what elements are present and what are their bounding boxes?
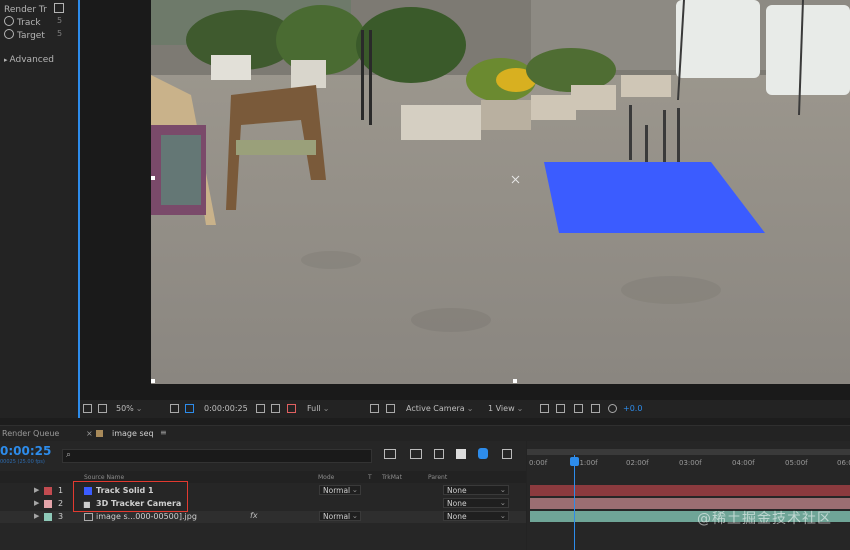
- layer-number: 3: [58, 512, 64, 521]
- render-track-label: Render Tr: [4, 5, 47, 15]
- layer-number: 2: [58, 499, 64, 508]
- track-value[interactable]: 5: [57, 16, 62, 25]
- parent-dropdown[interactable]: None: [443, 485, 509, 495]
- exposure-icon[interactable]: [608, 404, 617, 413]
- resolution-dropdown[interactable]: Full: [307, 404, 329, 413]
- search-input[interactable]: ⌕: [62, 449, 372, 463]
- render-track-checkbox[interactable]: [53, 3, 64, 13]
- ruler-label: 04:00f: [732, 459, 755, 467]
- work-area-bar[interactable]: [527, 449, 850, 455]
- current-time[interactable]: 0:00:25: [0, 444, 51, 458]
- search-icon: ⌕: [66, 450, 72, 460]
- timeline-icon[interactable]: [574, 404, 583, 413]
- playhead-handle[interactable]: [570, 457, 579, 466]
- exposure-value[interactable]: +0.0: [623, 404, 642, 413]
- roi-icon[interactable]: [370, 404, 379, 413]
- composition-icon: [96, 430, 103, 437]
- watermark: @稀土掘金技术社区: [697, 511, 832, 527]
- playhead-line[interactable]: [574, 455, 575, 550]
- toggle-pixel-icon[interactable]: [540, 404, 549, 413]
- fps-readout: 00025 (25.00 fps): [0, 459, 45, 465]
- layer-name[interactable]: image s...000-00500].jpg: [96, 512, 197, 521]
- comp-tab[interactable]: image seq: [112, 429, 154, 438]
- layer-number: 1: [58, 486, 64, 495]
- expand-arrow-icon[interactable]: ▶: [34, 512, 39, 520]
- stopwatch-icon[interactable]: [4, 29, 14, 39]
- mode-dropdown[interactable]: Normal: [319, 485, 361, 495]
- ruler-label: 05:00f: [785, 459, 808, 467]
- target-label: Target: [17, 31, 45, 41]
- motion-blur-icon[interactable]: [478, 448, 488, 459]
- advanced-row[interactable]: ▸ Advanced: [4, 55, 54, 65]
- annotation-highlight-box: [73, 481, 188, 512]
- layer-handle[interactable]: [151, 176, 155, 180]
- target-row[interactable]: Target: [4, 29, 45, 41]
- mode-dropdown[interactable]: Normal: [319, 511, 361, 521]
- ruler-label: 02:00f: [626, 459, 649, 467]
- ruler-label: 0:00f: [529, 459, 548, 467]
- render-track-row[interactable]: Render Tr: [4, 3, 64, 15]
- ruler-label: 06:0: [837, 459, 850, 467]
- parent-header: Parent: [428, 474, 448, 481]
- render-queue-tab[interactable]: Render Queue: [2, 429, 59, 438]
- comp-mini-flowchart-icon[interactable]: [384, 449, 396, 459]
- graph-editor-icon[interactable]: [502, 449, 512, 459]
- track-row[interactable]: Track: [4, 16, 41, 28]
- advanced-label: Advanced: [9, 55, 54, 65]
- expand-arrow-icon[interactable]: ▶: [34, 486, 39, 494]
- always-preview-icon[interactable]: [83, 404, 92, 413]
- footage-icon: [84, 513, 93, 521]
- label-color-chip[interactable]: [44, 513, 52, 521]
- timeline-tabs: Render Queue × image seq ≡: [0, 425, 850, 442]
- layer-row[interactable]: ▶ 3 image s...000-00500].jpg fx Normal N…: [0, 511, 526, 523]
- expand-arrow-icon[interactable]: ▶: [34, 499, 39, 507]
- transparency-grid-icon[interactable]: [386, 404, 395, 413]
- ruler-label: 03:00f: [679, 459, 702, 467]
- rooftop-scene: [151, 0, 850, 384]
- label-color-chip[interactable]: [44, 500, 52, 508]
- view-layout-dropdown[interactable]: 1 View: [488, 404, 523, 413]
- target-value[interactable]: 5: [57, 29, 62, 38]
- color-channel-icon[interactable]: [287, 404, 296, 413]
- t-header: T: [368, 474, 372, 481]
- show-snapshot-icon[interactable]: [271, 404, 280, 413]
- track-pane: 0:00f 01:00f 02:00f 03:00f 04:00f 05:00f…: [527, 441, 850, 550]
- fx-switch-icon[interactable]: fx: [250, 511, 258, 520]
- fit-icon[interactable]: [170, 404, 179, 413]
- zoom-dropdown[interactable]: 50%: [116, 404, 142, 413]
- camera-snapshot-icon[interactable]: [256, 404, 265, 413]
- trkmat-header: TrkMat: [382, 474, 402, 481]
- camera-dropdown[interactable]: Active Camera: [406, 404, 473, 413]
- shy-layers-icon[interactable]: [434, 449, 444, 459]
- close-tab-icon[interactable]: ×: [86, 429, 93, 438]
- label-color-chip[interactable]: [44, 487, 52, 495]
- monitor-icon[interactable]: [98, 404, 107, 413]
- parent-dropdown[interactable]: None: [443, 511, 509, 521]
- layer-handle[interactable]: [513, 379, 517, 383]
- draft-3d-icon[interactable]: [410, 449, 422, 459]
- mode-header: Mode: [318, 474, 335, 481]
- track-label: Track: [17, 18, 41, 28]
- effect-controls-panel: Render Tr Track 5 Target 5 ▸ Advanced: [0, 0, 78, 418]
- parent-dropdown[interactable]: None: [443, 498, 509, 508]
- layer-handle[interactable]: [151, 379, 155, 383]
- stopwatch-icon[interactable]: [4, 16, 14, 26]
- menu-icon[interactable]: ≡: [160, 428, 167, 437]
- disclosure-arrow-icon[interactable]: ▸: [4, 56, 8, 64]
- viewer-timecode[interactable]: 0:00:00:25: [204, 404, 248, 413]
- fast-preview-icon[interactable]: [556, 404, 565, 413]
- frame-blending-icon[interactable]: [456, 449, 466, 459]
- layer-bar[interactable]: [530, 485, 850, 496]
- composition-frame[interactable]: [151, 0, 850, 384]
- viewer-toolbar: 50% 0:00:00:25 Full Active Camera 1 View…: [80, 400, 850, 418]
- region-icon[interactable]: [185, 404, 194, 413]
- source-name-header[interactable]: Source Name: [84, 474, 124, 481]
- flowchart-icon[interactable]: [591, 404, 600, 413]
